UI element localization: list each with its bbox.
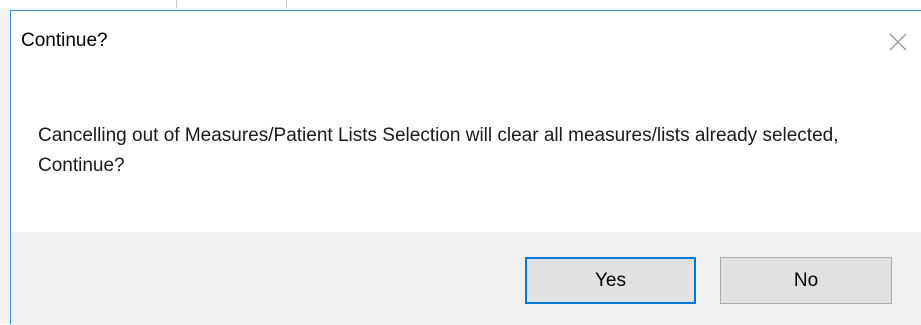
close-icon — [889, 33, 907, 51]
background-divider — [286, 0, 287, 8]
dialog-title: Continue? — [21, 30, 108, 51]
dialog-message: Cancelling out of Measures/Patient Lists… — [38, 125, 839, 176]
background-divider — [176, 0, 177, 8]
background-strip — [0, 0, 921, 8]
confirm-dialog: Continue? Cancelling out of Measures/Pat… — [10, 10, 921, 325]
yes-button[interactable]: Yes — [525, 257, 696, 304]
no-button[interactable]: No — [720, 257, 892, 304]
close-button[interactable] — [877, 23, 917, 59]
dialog-button-bar: Yes No — [11, 232, 921, 325]
dialog-titlebar[interactable]: Continue? — [11, 11, 921, 69]
